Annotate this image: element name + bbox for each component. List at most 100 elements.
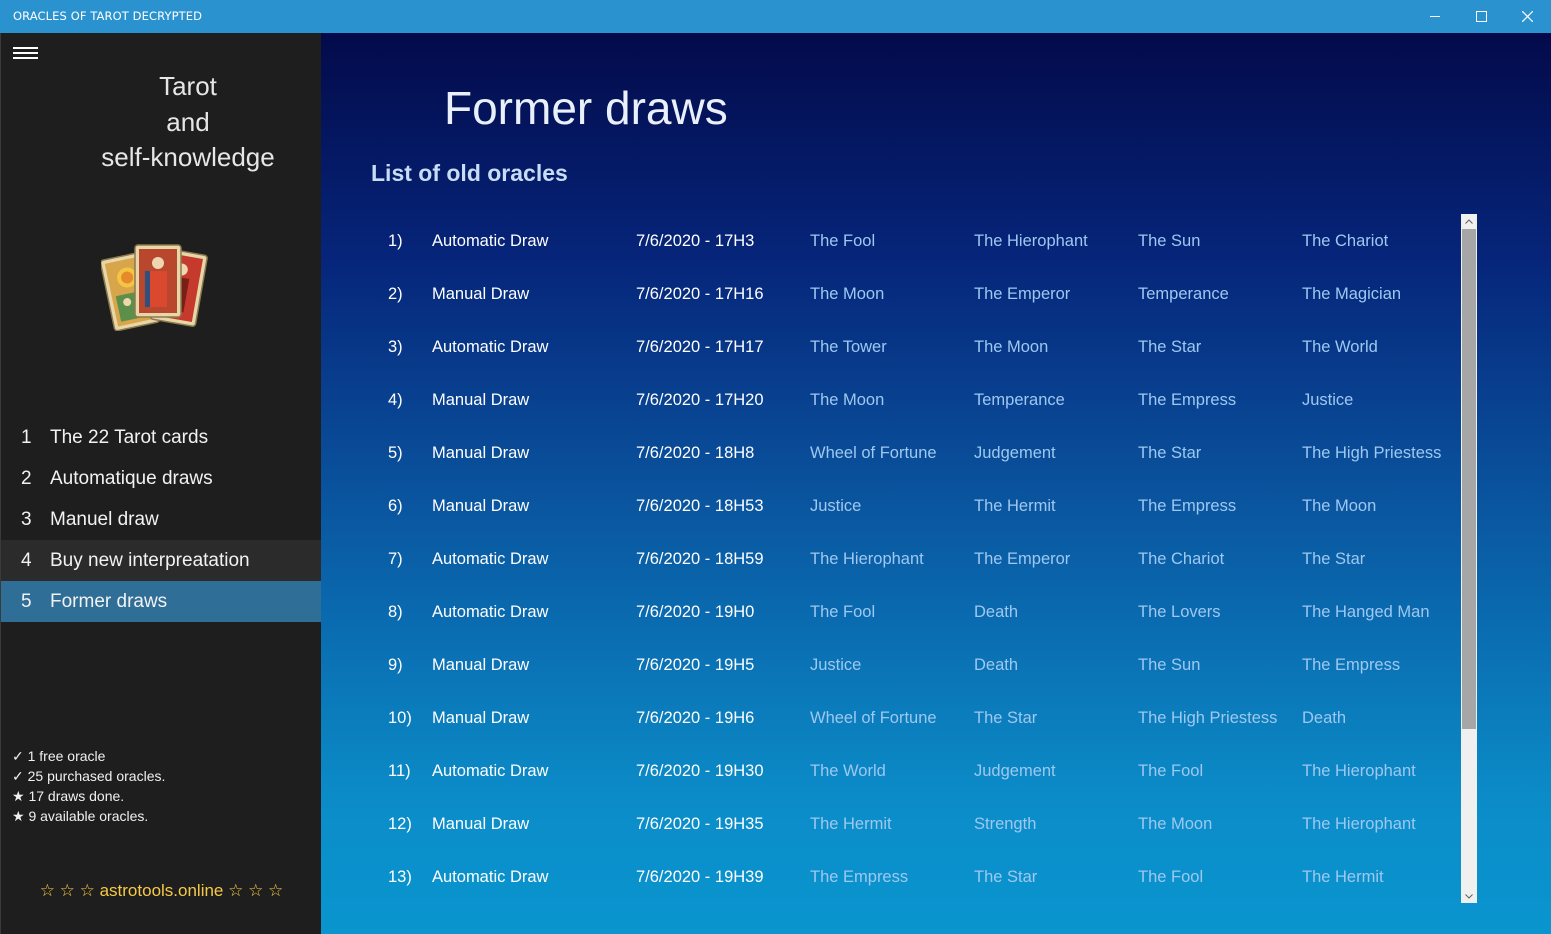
menu-item-label: Automatique draws: [50, 467, 213, 489]
draw-card: The Hierophant: [1302, 762, 1416, 780]
draw-card: The Hermit: [1302, 868, 1384, 886]
draw-index: 12): [388, 815, 412, 833]
stat-line: ✓ 25 purchased oracles.: [12, 768, 166, 784]
draw-card: The Empress: [1302, 656, 1401, 674]
draw-card: Wheel of Fortune: [810, 709, 937, 727]
draw-index: 10): [388, 709, 412, 727]
stat-line: ✓ 1 free oracle: [12, 748, 106, 764]
draw-date: 7/6/2020 - 19H39: [636, 868, 764, 886]
sidebar-item-manuel-draw[interactable]: 3 Manuel draw: [1, 499, 322, 540]
sidebar: Tarot and self-knowledge 1 The 22 Tarot …: [0, 33, 322, 934]
draw-type: Manual Draw: [432, 285, 530, 303]
draw-type: Manual Draw: [432, 815, 530, 833]
menu-item-label: Former draws: [50, 590, 168, 612]
draw-type: Automatic Draw: [432, 762, 549, 780]
oracle-stats: ✓ 1 free oracle ✓ 25 purchased oracles. …: [12, 746, 165, 826]
scroll-up-arrow-icon[interactable]: [1461, 214, 1477, 228]
close-icon: [1521, 11, 1533, 22]
draw-card: The Fool: [1138, 762, 1204, 780]
draw-card: Death: [974, 656, 1019, 674]
draw-type: Automatic Draw: [432, 338, 549, 356]
sidebar-item-buy-interpretation[interactable]: 4 Buy new interpreatation: [1, 540, 322, 581]
draw-date: 7/6/2020 - 17H3: [636, 232, 755, 250]
draw-row[interactable]: 1) Automatic Draw 7/6/2020 - 17H3 The Fool T…: [321, 214, 1461, 267]
draw-card: The Hierophant: [974, 232, 1088, 250]
draw-row[interactable]: 13) Automatic Draw 7/6/2020 - 19H39 The Emp…: [321, 850, 1461, 903]
draw-index: 8): [388, 603, 403, 621]
menu-item-number: 3: [21, 508, 32, 530]
draw-card: The Tower: [810, 338, 887, 356]
close-button[interactable]: [1504, 0, 1550, 33]
draw-row[interactable]: 4) Manual Draw 7/6/2020 - 17H20 The Moon Tem…: [321, 373, 1461, 426]
draw-index: 11): [388, 762, 411, 780]
brand-line: Tarot: [159, 71, 217, 101]
draw-row[interactable]: 11) Automatic Draw 7/6/2020 - 19H30 The Wor…: [321, 744, 1461, 797]
sidebar-item-former-draws[interactable]: 5 Former draws: [1, 581, 322, 622]
brand-line: self-knowledge: [101, 142, 275, 172]
draw-card: The Chariot: [1302, 232, 1389, 250]
draw-card: The Sun: [1138, 232, 1201, 250]
draw-card: The Moon: [810, 285, 885, 303]
draw-index: 5): [388, 444, 403, 462]
draw-date: 7/6/2020 - 18H59: [636, 550, 764, 568]
maximize-button[interactable]: [1458, 0, 1504, 33]
draw-card: The Star: [1138, 338, 1202, 356]
draw-index: 2): [388, 285, 403, 303]
sidebar-item-tarot-cards[interactable]: 1 The 22 Tarot cards: [1, 417, 322, 458]
draw-date: 7/6/2020 - 18H53: [636, 497, 764, 515]
menu-item-label: Buy new interpreatation: [50, 549, 250, 571]
menu-item-number: 5: [21, 590, 32, 612]
draw-row[interactable]: 6) Manual Draw 7/6/2020 - 18H53 Justice The …: [321, 479, 1461, 532]
menu-item-number: 2: [21, 467, 32, 489]
hamburger-menu-icon[interactable]: [13, 47, 39, 65]
draw-row[interactable]: 5) Manual Draw 7/6/2020 - 18H8 Wheel of For…: [321, 426, 1461, 479]
draw-card: The Star: [974, 709, 1038, 727]
draw-date: 7/6/2020 - 18H8: [636, 444, 755, 462]
draw-row[interactable]: 8) Automatic Draw 7/6/2020 - 19H0 The Fool D…: [321, 585, 1461, 638]
draw-card: The Hermit: [810, 815, 892, 833]
draw-row[interactable]: 10) Manual Draw 7/6/2020 - 19H6 Wheel of Fo…: [321, 691, 1461, 744]
section-title: List of old oracles: [371, 160, 568, 186]
draw-card: The Moon: [1302, 497, 1377, 515]
draw-card: The Star: [1302, 550, 1366, 568]
draw-card: The High Priestess: [1138, 709, 1278, 727]
astrotools-link[interactable]: ☆ ☆ ☆ astrotools.online ☆ ☆ ☆: [1, 881, 322, 901]
draw-row[interactable]: 9) Manual Draw 7/6/2020 - 19H5 Justice Death…: [321, 638, 1461, 691]
draw-index: 7): [388, 550, 403, 568]
sidebar-item-automatique-draws[interactable]: 2 Automatique draws: [1, 458, 322, 499]
draw-card: The World: [1302, 338, 1378, 356]
brand-title: Tarot and self-knowledge: [1, 69, 375, 176]
draw-card: The Empress: [1138, 391, 1237, 409]
menu-item-number: 1: [21, 426, 32, 448]
draw-card: The Emperor: [974, 550, 1071, 568]
draw-type: Automatic Draw: [432, 550, 549, 568]
page-title: Former draws: [444, 82, 728, 134]
draw-row[interactable]: 2) Manual Draw 7/6/2020 - 17H16 The Moon The…: [321, 267, 1461, 320]
draw-row[interactable]: 7) Automatic Draw 7/6/2020 - 18H59 The Hier…: [321, 532, 1461, 585]
draw-date: 7/6/2020 - 17H16: [636, 285, 764, 303]
draw-card: The Hermit: [974, 497, 1056, 515]
draw-row[interactable]: 3) Automatic Draw 7/6/2020 - 17H17 The Towe…: [321, 320, 1461, 373]
scroll-thumb[interactable]: [1462, 229, 1476, 729]
draw-row[interactable]: 12) Manual Draw 7/6/2020 - 19H35 The Hermit…: [321, 797, 1461, 850]
scrollbar[interactable]: [1461, 214, 1477, 903]
draw-card: The High Priestess: [1302, 444, 1442, 462]
draw-type: Manual Draw: [432, 497, 530, 515]
draw-card: Judgement: [974, 444, 1056, 462]
window-title: ORACLES OF TAROT DECRYPTED: [13, 9, 203, 23]
draw-type: Manual Draw: [432, 391, 530, 409]
draw-card: Justice: [1302, 391, 1354, 409]
draw-type: Automatic Draw: [432, 232, 549, 250]
scroll-down-arrow-icon[interactable]: [1461, 889, 1477, 903]
draw-card: The Hanged Man: [1302, 603, 1430, 621]
menu-item-label: The 22 Tarot cards: [50, 426, 209, 448]
maximize-icon: [1475, 11, 1487, 22]
draw-card: Wheel of Fortune: [810, 444, 937, 462]
minimize-button[interactable]: [1412, 0, 1458, 33]
draw-index: 13): [388, 868, 412, 886]
title-bar: ORACLES OF TAROT DECRYPTED: [0, 0, 1551, 33]
draw-card: Judgement: [974, 762, 1056, 780]
draw-card: The Emperor: [974, 285, 1071, 303]
draw-date: 7/6/2020 - 19H0: [636, 603, 755, 621]
draw-type: Manual Draw: [432, 656, 530, 674]
